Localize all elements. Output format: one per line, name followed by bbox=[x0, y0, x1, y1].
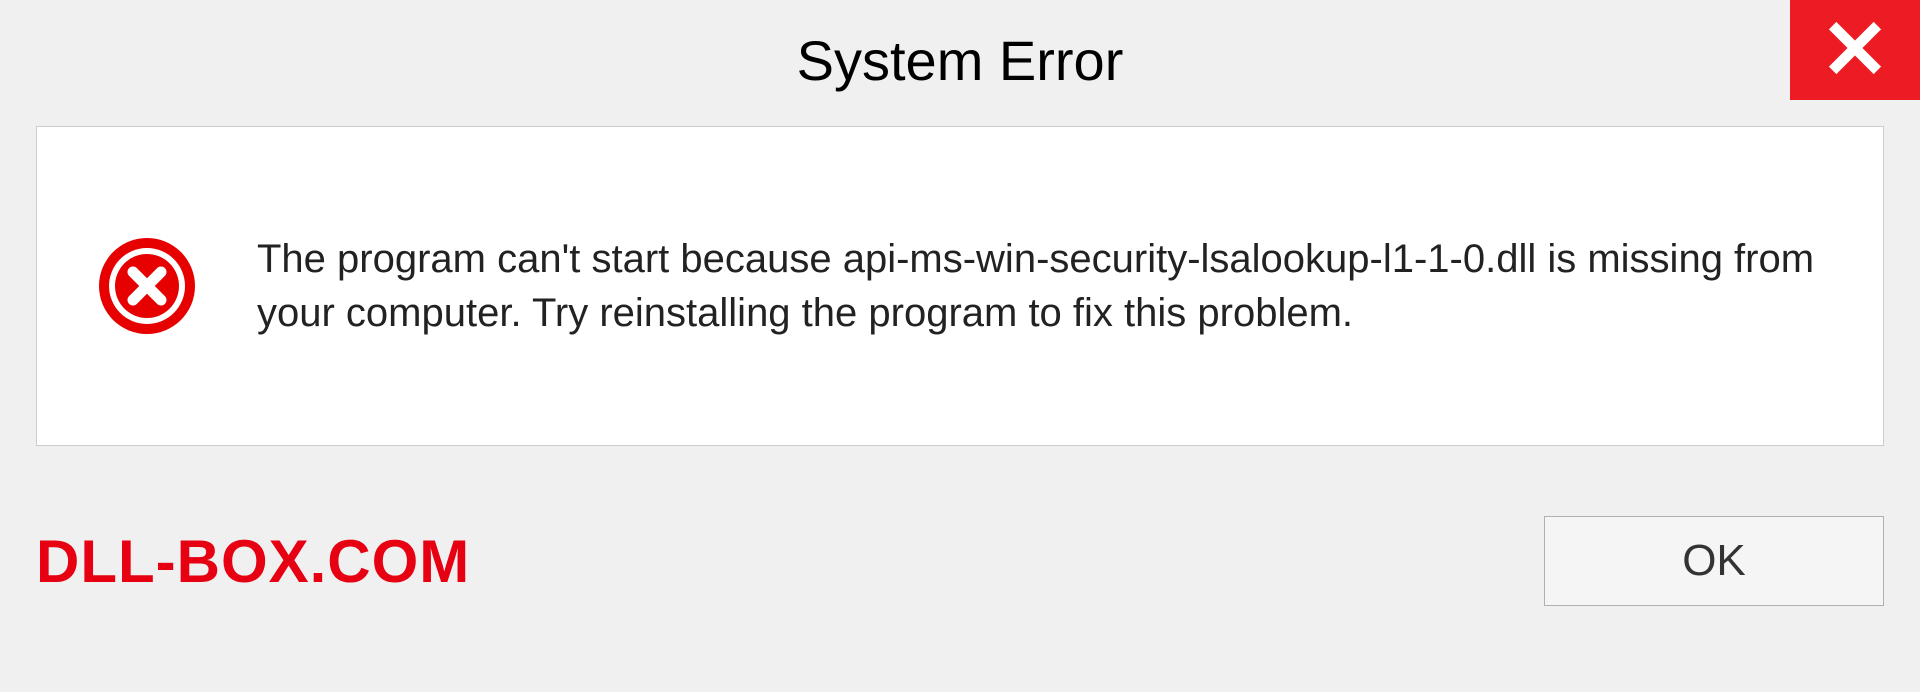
close-icon bbox=[1827, 20, 1883, 81]
error-icon bbox=[97, 236, 197, 336]
dialog-title: System Error bbox=[797, 28, 1124, 93]
watermark-text: DLL-BOX.COM bbox=[36, 527, 470, 596]
titlebar: System Error bbox=[0, 0, 1920, 120]
close-button[interactable] bbox=[1790, 0, 1920, 100]
error-message: The program can't start because api-ms-w… bbox=[257, 232, 1823, 340]
footer: DLL-BOX.COM OK bbox=[36, 516, 1884, 606]
ok-button[interactable]: OK bbox=[1544, 516, 1884, 606]
content-panel: The program can't start because api-ms-w… bbox=[36, 126, 1884, 446]
